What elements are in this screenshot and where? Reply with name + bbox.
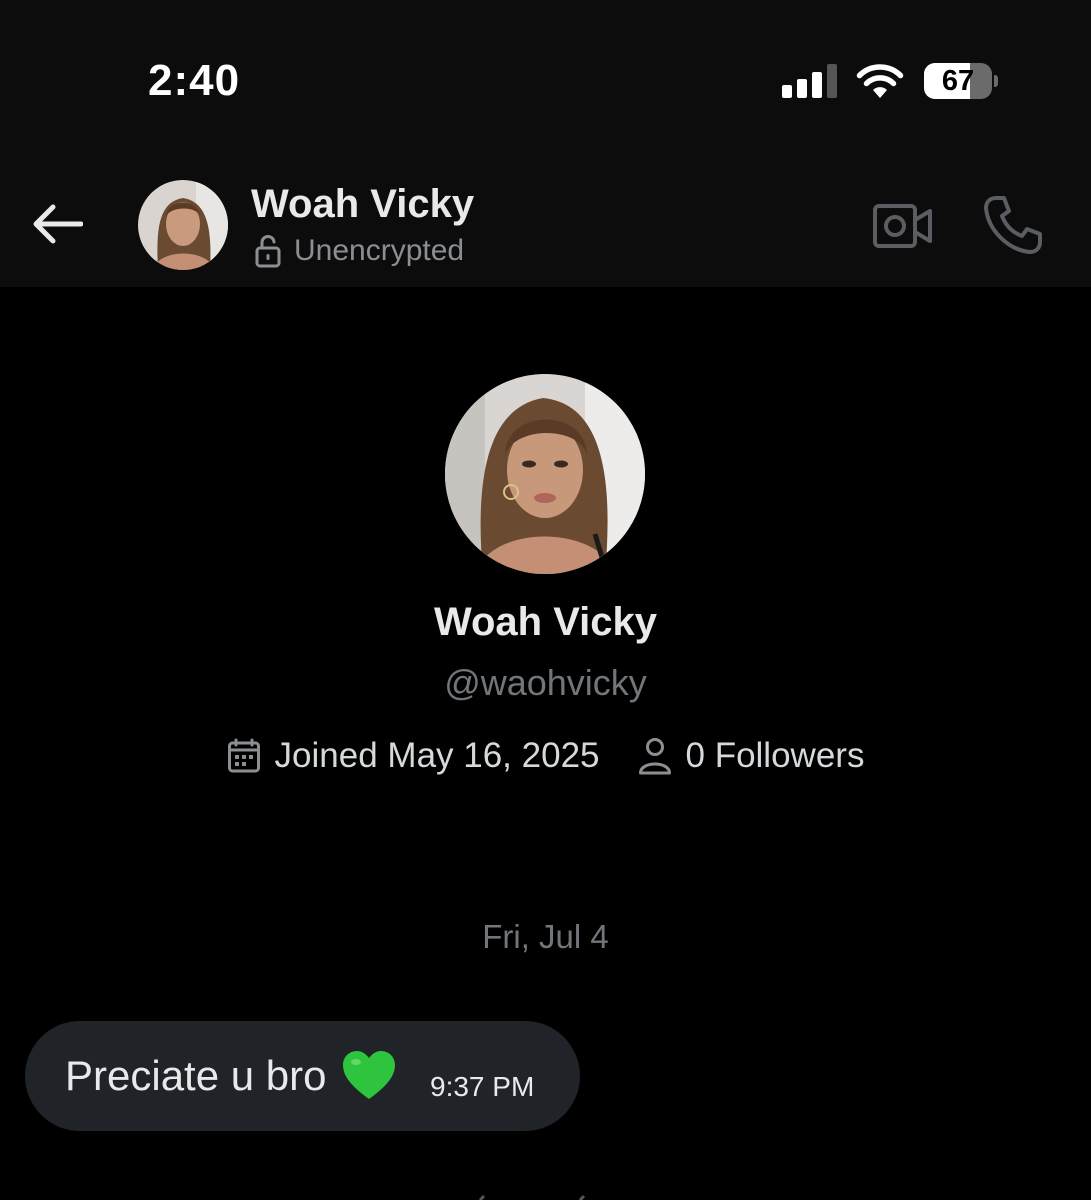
joined-date-label: Joined May 16, 2025 xyxy=(274,736,600,775)
partial-element-hint xyxy=(478,1194,586,1200)
back-button[interactable] xyxy=(24,196,90,252)
profile-handle: @waohvicky xyxy=(444,662,647,703)
date-separator: Fri, Jul 4 xyxy=(482,918,609,955)
calendar-icon xyxy=(227,738,260,773)
person-icon xyxy=(638,738,671,775)
joined-date: Joined May 16, 2025 xyxy=(227,736,600,776)
followers-count[interactable]: 0 Followers xyxy=(638,736,865,776)
status-time: 2:40 xyxy=(148,56,241,105)
video-camera-icon xyxy=(873,204,932,248)
voice-call-button[interactable] xyxy=(982,194,1044,256)
encryption-status-label: Unencrypted xyxy=(294,234,465,267)
arrow-left-icon xyxy=(33,204,83,244)
phone-icon xyxy=(984,196,1042,254)
encryption-status: Unencrypted xyxy=(254,234,464,268)
followers-label: 0 Followers xyxy=(685,736,865,775)
message-time: 9:37 PM xyxy=(430,1071,535,1102)
cellular-signal-icon xyxy=(782,64,838,98)
message-bubble[interactable]: Preciate u bro 9:37 PM xyxy=(25,1021,580,1131)
profile-avatar[interactable] xyxy=(445,374,645,574)
green-heart-icon xyxy=(343,1051,396,1099)
contact-avatar[interactable] xyxy=(138,180,228,270)
battery-level: 67 xyxy=(941,65,975,97)
battery-icon: 67 xyxy=(924,63,998,99)
profile-name: Woah Vicky xyxy=(433,600,658,644)
status-bar: 2:40 67 xyxy=(0,0,1091,150)
profile-meta: Joined May 16, 2025 0 Followers xyxy=(0,736,1091,776)
wifi-icon xyxy=(856,62,904,100)
contact-name[interactable]: Woah Vicky xyxy=(251,182,474,227)
chat-header: Woah Vicky Unencrypted xyxy=(0,160,1091,287)
video-call-button[interactable] xyxy=(872,200,934,252)
message-text: Preciate u bro xyxy=(65,1052,327,1099)
unlocked-icon xyxy=(255,235,281,268)
